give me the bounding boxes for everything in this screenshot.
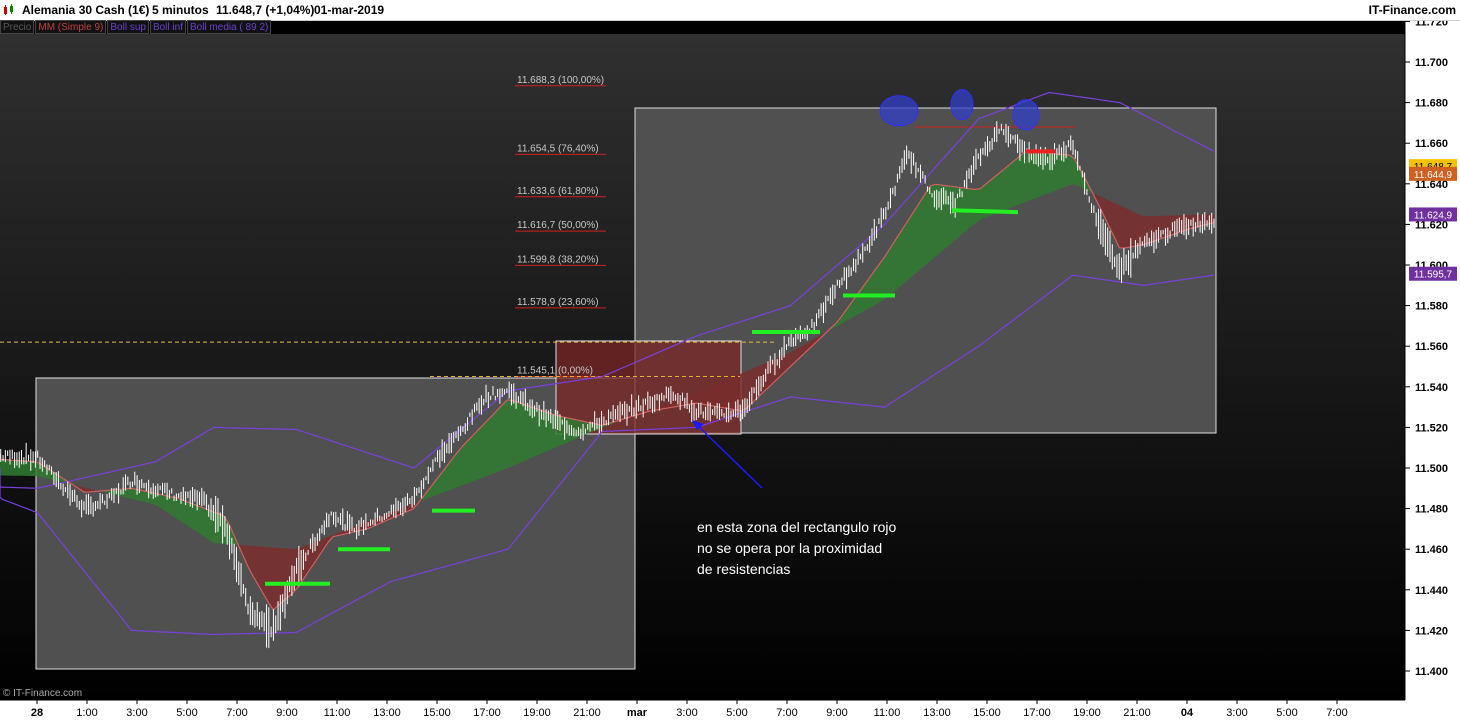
legend-boll-inf[interactable]: Boll inf	[149, 20, 186, 34]
candlestick-logo-icon	[4, 4, 13, 15]
top-circle	[950, 89, 974, 121]
x-tick-label: 3:00	[1226, 707, 1247, 719]
x-tick-label: 5:00	[176, 707, 197, 719]
last-price: 11.648,7 (+1,04%)	[216, 3, 315, 17]
support-marker-green	[951, 208, 1019, 215]
brand-name: IT-Finance.com	[1368, 3, 1456, 17]
fib-label: 11.578,9 (23,60%)	[517, 297, 599, 308]
x-tick-label: 21:00	[1123, 707, 1151, 719]
legend-mm[interactable]: MM (Simple 9)	[35, 20, 107, 34]
fib-label: 11.616,7 (50,00%)	[517, 220, 599, 231]
x-tick-label: 9:00	[276, 707, 297, 719]
y-tick-label: 11.480	[1415, 504, 1448, 516]
top-circle	[879, 95, 919, 127]
chart-window: 11.688,3 (100,00%) 11.654,5 (76,40%) 11.63…	[0, 0, 1460, 720]
price-axis	[1405, 20, 1460, 700]
price-tag-label: 11.644,9	[1414, 170, 1453, 181]
legend-boll-media[interactable]: Boll media ( 89 2)	[186, 20, 272, 34]
x-tick-label: 7:00	[226, 707, 247, 719]
x-tick-label: mar	[627, 707, 648, 719]
x-tick-label: 17:00	[473, 707, 501, 719]
x-tick-label: 7:00	[1326, 707, 1347, 719]
x-tick-label: 15:00	[973, 707, 1001, 719]
fib-label: 11.654,5 (76,40%)	[517, 143, 599, 154]
x-tick-label: 19:00	[1073, 707, 1101, 719]
x-tick-label: 04	[1181, 707, 1194, 719]
x-tick-label: 21:00	[573, 707, 601, 719]
y-tick-label: 11.560	[1415, 341, 1448, 353]
legend-boll-sup[interactable]: Boll sup	[107, 20, 149, 34]
x-tick-label: 7:00	[776, 707, 797, 719]
y-tick-label: 11.700	[1415, 57, 1448, 69]
y-tick-label: 11.580	[1415, 301, 1448, 313]
y-tick-label: 11.540	[1415, 382, 1448, 394]
x-tick-label: 15:00	[423, 707, 451, 719]
annotation-text: de resistencias	[697, 561, 790, 577]
y-tick-label: 11.500	[1415, 463, 1448, 475]
x-tick-label: 19:00	[523, 707, 551, 719]
y-tick-label: 11.420	[1415, 625, 1448, 637]
x-tick-label: 13:00	[373, 707, 401, 719]
legend-precio[interactable]: Precio	[0, 20, 35, 34]
price-tag-label: 11.595,7	[1414, 270, 1453, 281]
y-tick-label: 11.400	[1415, 666, 1448, 678]
y-tick-label: 11.680	[1415, 98, 1448, 110]
x-tick-label: 3:00	[126, 707, 147, 719]
annotation-text: no se opera por la proximidad	[697, 540, 882, 556]
y-tick-label: 11.440	[1415, 585, 1448, 597]
y-tick-label: 11.660	[1415, 138, 1448, 150]
x-tick-label: 11:00	[324, 707, 351, 719]
fib-label: 11.633,6 (61,80%)	[517, 186, 599, 197]
fib-label: 11.599,8 (38,20%)	[517, 254, 599, 265]
fib-label: 11.545,1 (0,00%)	[517, 365, 593, 376]
top-circle	[1012, 99, 1040, 131]
chart-date: 01-mar-2019	[314, 3, 385, 17]
x-tick-label: 9:00	[826, 707, 847, 719]
x-tick-label: 17:00	[1023, 707, 1051, 719]
instrument-name: Alemania 30 Cash (1€)	[22, 3, 150, 17]
title-bar: Alemania 30 Cash (1€) 5 minutos 11.648,7…	[0, 0, 1460, 21]
fib-label: 11.688,3 (100,00%)	[517, 75, 604, 86]
x-tick-label: 28	[31, 707, 43, 719]
x-tick-label: 11:00	[874, 707, 901, 719]
x-tick-label: 3:00	[676, 707, 697, 719]
x-tick-label: 13:00	[923, 707, 951, 719]
indicator-legend: Precio MM (Simple 9) Boll sup Boll inf B…	[0, 20, 272, 34]
x-tick-label: 5:00	[1276, 707, 1297, 719]
copyright: © IT-Finance.com	[3, 688, 83, 699]
timeframe: 5 minutos	[152, 3, 209, 17]
x-tick-label: 5:00	[726, 707, 747, 719]
y-tick-label: 11.460	[1415, 544, 1448, 556]
price-chart[interactable]: 11.688,3 (100,00%) 11.654,5 (76,40%) 11.63…	[0, 0, 1460, 720]
price-tag-label: 11.624,9	[1414, 210, 1453, 221]
x-tick-label: 1:00	[76, 707, 97, 719]
annotation-text: en esta zona del rectangulo rojo	[697, 519, 896, 535]
y-tick-label: 11.520	[1415, 422, 1448, 434]
